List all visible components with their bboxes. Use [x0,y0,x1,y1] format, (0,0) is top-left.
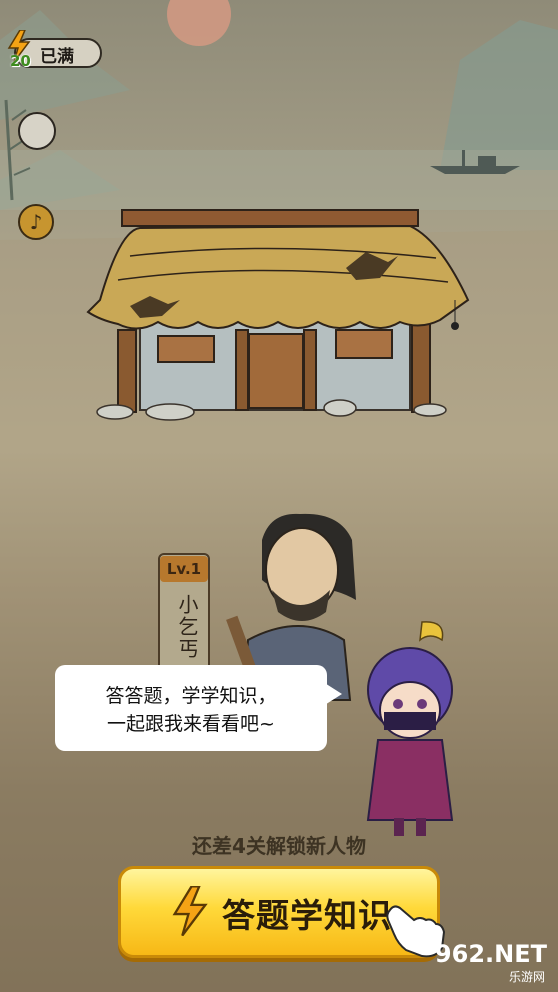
music-note-icon: ♪ [29,210,43,234]
npc-level: Lv.1 [160,556,208,582]
speech-line-2: 一起跟我来看看吧~ [107,713,275,735]
watermark-logo: 962.NET 乐游网 [425,940,553,986]
watermark-brand: 962.NET [434,940,547,968]
energy-count: 20 [10,52,31,70]
speech-line-1: 答答题，学学知识， [105,685,277,707]
speech-bubble-tail [320,680,342,708]
npc-name: 小乞丐 [175,594,199,660]
music-button[interactable]: ♪ [18,204,54,240]
avatar-button[interactable] [18,112,56,150]
speech-bubble: 答答题，学学知识， 一起跟我来看看吧~ [55,665,327,751]
watermark-sub: 乐游网 [508,970,545,984]
energy-status: 已满 [40,47,74,67]
start-quiz-label: 答题学知识 [222,896,392,935]
unlock-hint: 还差4关解锁新人物 [192,834,366,858]
lightning-icon [172,886,208,936]
